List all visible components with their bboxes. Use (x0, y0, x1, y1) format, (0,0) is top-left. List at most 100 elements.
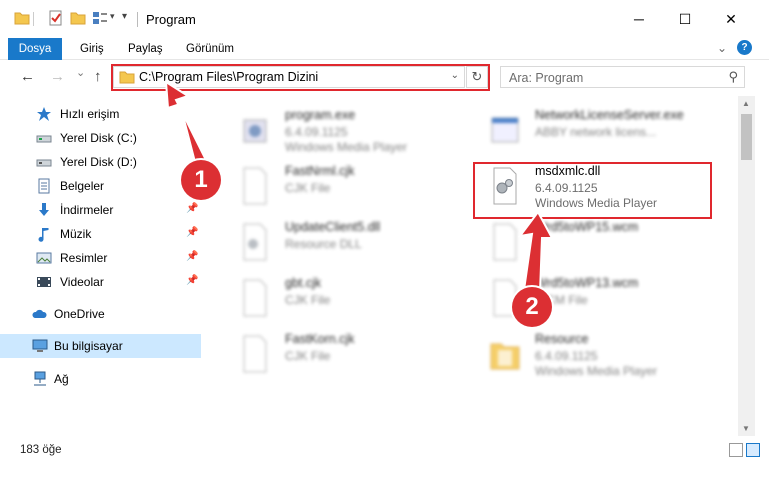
sidebar-item-onedrive[interactable]: OneDrive (0, 302, 201, 326)
tab-share[interactable]: Paylaş (128, 38, 163, 60)
exe-icon (491, 117, 519, 143)
file-version: 6.4.09.1125 (285, 125, 348, 139)
separator (137, 12, 138, 27)
file-type: CJK File (285, 181, 331, 195)
file-item[interactable]: UpdateClient5.dll Resource DLL (220, 214, 470, 270)
sidebar-item-documents[interactable]: Belgeler 📌 (0, 174, 201, 198)
documents-icon (38, 178, 50, 194)
maximize-button[interactable]: ☐ (662, 0, 708, 38)
sidebar-item-music[interactable]: Müzik 📌 (0, 222, 201, 246)
file-icon (493, 223, 517, 261)
file-name: NetworkLicenseServer.exe (535, 108, 684, 122)
cloud-icon (32, 309, 47, 318)
file-item[interactable]: FastKorn.cjk CJK File (220, 326, 470, 382)
vertical-scrollbar[interactable]: ▲ ▼ (738, 96, 755, 436)
properties-icon[interactable] (48, 10, 64, 26)
music-icon (38, 228, 49, 242)
sidebar-item-label: Belgeler (60, 179, 105, 193)
tab-home[interactable]: Giriş (80, 38, 104, 60)
downloads-icon (39, 203, 49, 216)
chevron-down-icon[interactable]: ▾ (110, 11, 115, 22)
folder-item[interactable]: Resource 6.4.09.1125 Windows Media Playe… (470, 326, 720, 382)
tiles-view-button[interactable] (746, 443, 760, 457)
file-type: CJK File (285, 293, 331, 307)
sidebar-item-videos[interactable]: Videolar 📌 (0, 270, 201, 294)
videos-icon (37, 277, 51, 287)
recent-locations-button[interactable]: ⌄ (76, 66, 85, 79)
scroll-up-icon[interactable]: ▲ (742, 99, 750, 108)
sidebar-item-label: Yerel Disk (D:) (60, 155, 137, 169)
forward-button[interactable]: → (50, 68, 65, 85)
file-description: Resource DLL (285, 237, 362, 251)
sidebar-item-local-disk-d[interactable]: Yerel Disk (D:) (0, 150, 201, 174)
pin-icon: 📌 (186, 203, 199, 214)
file-name: FastKorn.cjk (285, 332, 355, 346)
file-name: Wrd5toWP15.wcm (535, 220, 639, 234)
view-options-icon[interactable] (92, 10, 108, 26)
navigation-pane: Hızlı erişim Yerel Disk (C:) ⚲ Yerel Dis… (0, 100, 201, 435)
expand-ribbon-icon[interactable]: ⌄ (717, 41, 727, 55)
sidebar-item-this-pc[interactable]: Bu bilgisayar (0, 334, 201, 358)
step-1-callout: 1 (181, 160, 221, 200)
file-item[interactable]: NetworkLicenseServer.exe ABBY network li… (470, 102, 720, 158)
pin-icon: 📌 (186, 275, 199, 286)
file-item[interactable]: Wrd5toWP15.wcm (470, 214, 720, 270)
file-item[interactable]: FastNrml.cjk CJK File (220, 158, 470, 214)
tab-view[interactable]: Görünüm (186, 38, 234, 60)
scrollbar-thumb[interactable] (741, 114, 752, 160)
details-view-button[interactable] (729, 443, 743, 457)
tab-file[interactable]: Dosya (8, 38, 62, 60)
sidebar-item-pictures[interactable]: Resimler 📌 (0, 246, 201, 270)
pin-icon: 📌 (186, 251, 199, 262)
computer-icon (32, 339, 48, 352)
file-item[interactable]: Wrd5toWP13.wcm WCM File (470, 270, 720, 326)
file-item[interactable]: gbt.cjk CJK File (220, 270, 470, 326)
folder-icon (490, 343, 520, 370)
close-button[interactable]: ✕ (708, 0, 754, 38)
search-input[interactable]: Ara: Program (509, 71, 583, 85)
sidebar-item-label: OneDrive (54, 307, 105, 321)
folder-icon (14, 12, 30, 25)
sidebar-item-label: Videolar (60, 275, 104, 289)
file-description: Windows Media Player (535, 364, 658, 378)
sidebar-item-network[interactable]: Ağ (0, 367, 201, 391)
star-icon (37, 107, 51, 121)
file-icon (243, 167, 267, 205)
title-bar: ▾ ▾ Program ─ ☐ ✕ (0, 0, 769, 38)
file-name: FastNrml.cjk (285, 164, 355, 178)
file-name: program.exe (285, 108, 356, 122)
drive-icon (36, 159, 52, 167)
search-box[interactable]: Ara: Program ⚲ (500, 66, 745, 88)
sidebar-item-quick-access[interactable]: Hızlı erişim (0, 102, 201, 126)
file-description: ABBY network licens... (535, 125, 657, 139)
status-bar: 183 öğe (0, 440, 769, 462)
separator (33, 12, 34, 26)
step-2-callout: 2 (512, 287, 552, 327)
pin-icon: 📌 (186, 227, 199, 238)
window-title: Program (146, 12, 196, 27)
file-icon (243, 335, 267, 373)
explorer-window: ▾ ▾ Program ─ ☐ ✕ Dosya Giriş Paylaş Gör… (0, 0, 769, 480)
file-name: Resource (535, 332, 589, 346)
file-list: program.exe 6.4.09.1125 Windows Media Pl… (210, 96, 738, 436)
file-name: Wrd5toWP13.wcm (535, 276, 639, 290)
file-description: Windows Media Player (285, 140, 408, 154)
help-icon[interactable]: ? (737, 40, 752, 55)
file-type: CJK File (285, 349, 331, 363)
up-button[interactable]: ↑ (94, 68, 102, 85)
scroll-down-icon[interactable]: ▼ (742, 424, 750, 433)
sidebar-item-local-disk-c[interactable]: Yerel Disk (C:) ⚲ (0, 126, 201, 150)
file-icon (243, 279, 267, 317)
new-folder-icon[interactable] (70, 10, 86, 26)
network-icon (34, 371, 46, 386)
minimize-button[interactable]: ─ (616, 0, 662, 38)
sidebar-item-downloads[interactable]: İndirmeler 📌 (0, 198, 201, 222)
sidebar-item-label: Resimler (60, 251, 108, 265)
search-icon[interactable]: ⚲ (728, 69, 738, 85)
ribbon-tabs: Dosya Giriş Paylaş Görünüm ⌄ ? (0, 38, 769, 60)
sidebar-item-label: Yerel Disk (C:) (60, 131, 137, 145)
customize-toolbar-icon[interactable]: ▾ (122, 11, 127, 22)
file-item[interactable]: program.exe 6.4.09.1125 Windows Media Pl… (220, 102, 470, 158)
back-button[interactable]: ← (20, 68, 35, 85)
file-highlight-box (473, 162, 712, 219)
